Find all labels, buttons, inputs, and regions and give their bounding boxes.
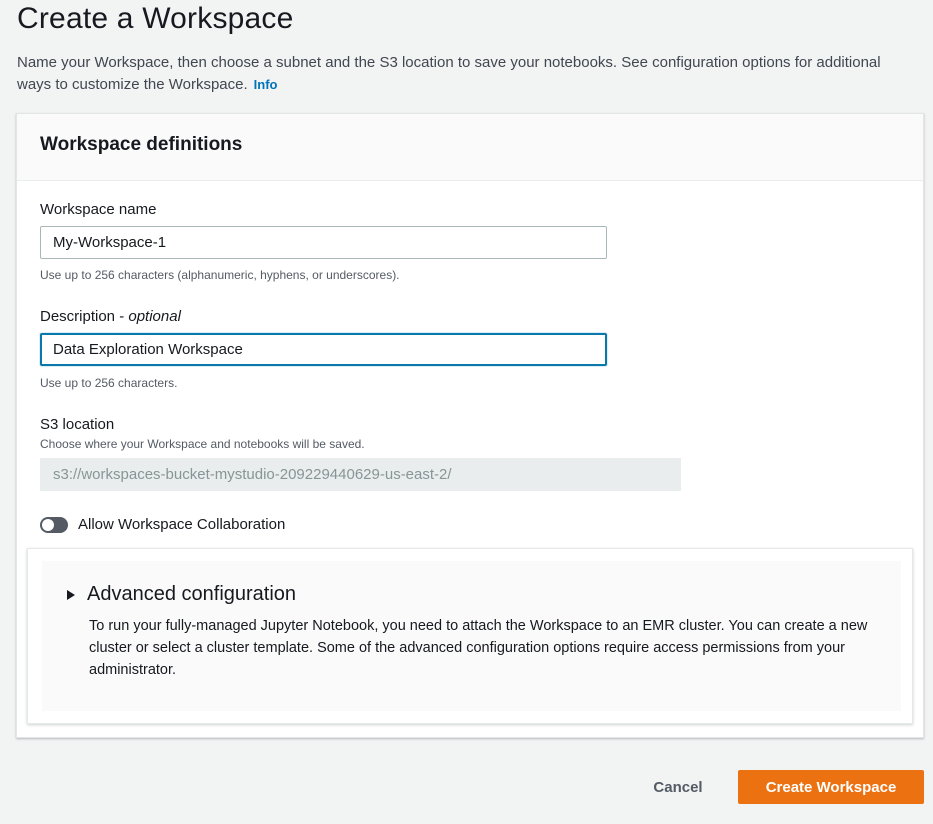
workspace-name-hint: Use up to 256 characters (alphanumeric, … [40,268,400,282]
collaboration-toggle-label: Allow Workspace Collaboration [78,516,286,533]
description-label-text: Description - [40,308,129,325]
cancel-button[interactable]: Cancel [630,770,726,804]
workspace-definitions-panel: Workspace definitions Workspace name Use… [16,113,924,738]
page-title: Create a Workspace [17,2,294,35]
collaboration-toggle-row: Allow Workspace Collaboration [40,516,285,533]
description-optional-text: optional [128,308,181,325]
advanced-configuration-section: Advanced configuration To run your fully… [27,548,913,724]
s3-location-input [40,458,681,491]
panel-title: Workspace definitions [40,134,243,155]
collaboration-toggle[interactable] [40,516,68,533]
page-description: Name your Workspace, then choose a subne… [17,52,897,96]
advanced-configuration-text: To run your fully-managed Jupyter Notebo… [89,618,868,678]
panel-header: Workspace definitions [17,114,923,181]
workspace-name-label: Workspace name [40,201,157,218]
advanced-configuration-expander[interactable]: Advanced configuration [67,583,296,606]
info-link[interactable]: Info [254,77,278,92]
advanced-configuration-body: Advanced configuration To run your fully… [42,561,901,711]
s3-location-label: S3 location [40,416,115,433]
s3-location-hint: Choose where your Workspace and notebook… [40,437,365,451]
page-description-text: Name your Workspace, then choose a subne… [17,54,881,93]
description-hint: Use up to 256 characters. [40,376,178,390]
caret-right-icon [67,589,75,600]
workspace-name-input[interactable] [40,226,607,259]
advanced-configuration-title: Advanced configuration [87,583,297,605]
create-workspace-button[interactable]: Create Workspace [738,770,924,804]
description-input[interactable] [40,333,607,366]
description-label: Description - optional [40,308,181,325]
